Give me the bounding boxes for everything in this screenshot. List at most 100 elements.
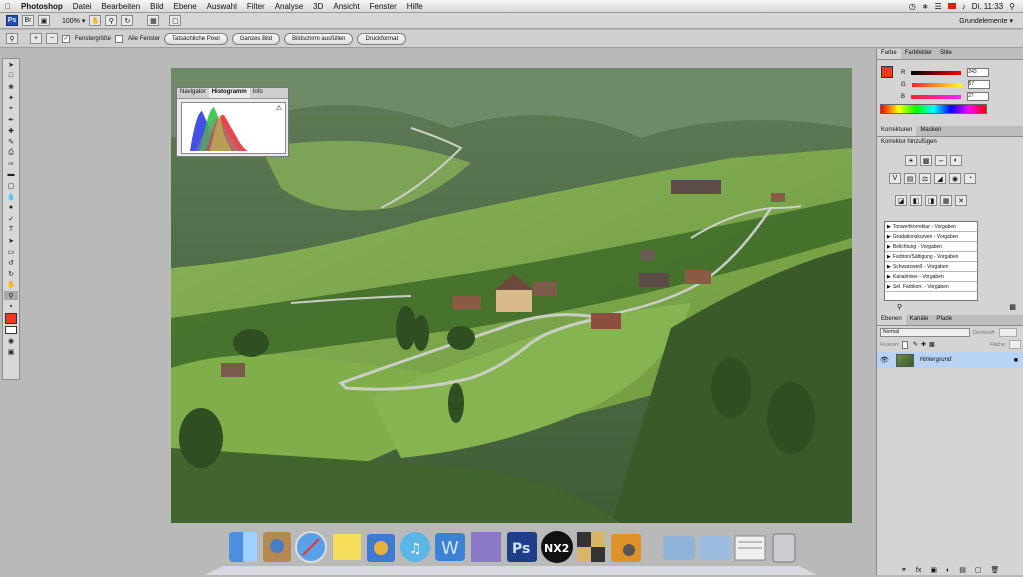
3d-camera-tool-icon[interactable]: ↻ [4,269,18,278]
apple-icon[interactable]:  [0,2,16,11]
zoom-out-icon[interactable]: − [46,33,58,44]
lasso-tool-icon[interactable]: ❀ [4,82,18,91]
default-colors-icon[interactable]: ▪ [4,302,18,311]
selective-color-icon[interactable]: ✕ [955,195,967,206]
menu-ansicht[interactable]: Ansicht [328,2,364,11]
opacity-field[interactable] [998,328,1017,337]
spotlight-icon[interactable]: ⚲ [1009,2,1015,11]
history-brush-tool-icon[interactable]: ✑ [4,159,18,168]
menu-bearbeiten[interactable]: Bearbeiten [96,2,145,11]
r-value[interactable]: 243 [967,68,990,77]
marquee-tool-icon[interactable]: □ [4,71,18,80]
dock-nx2[interactable] [541,531,573,563]
warning-icon[interactable]: ⚠ [276,104,282,112]
exposure-icon[interactable]: ◐ [950,155,962,166]
menu-analyse[interactable]: Analyse [270,2,308,11]
lock-all-icon[interactable]: ▩ [929,341,935,348]
menu-photoshop[interactable]: Photoshop [16,2,68,11]
curves-icon[interactable]: ∽ [935,155,947,166]
posterize-icon[interactable]: ◧ [910,195,922,206]
dock-chess[interactable] [577,532,605,562]
dock-iphoto[interactable] [367,534,395,562]
screen-mode-menu-icon[interactable]: ▢ [169,15,182,26]
stamp-tool-icon[interactable]: ⎙ [4,148,18,157]
fill-screen-button[interactable]: Bildschirm ausfüllen [284,32,354,45]
fill-field[interactable] [1009,340,1021,349]
hand-icon[interactable]: ✋ [89,15,102,26]
zoom-tool-preset-icon[interactable]: ⚲ [6,33,18,44]
time-machine-icon[interactable]: ◷ [909,2,916,11]
group-icon[interactable]: ▤ [959,566,966,574]
tab-masken[interactable]: Masken [916,126,945,136]
clip-icon[interactable]: ⚲ [897,303,902,311]
r-slider[interactable] [911,70,962,75]
screen-mode-icon[interactable]: ▣ [38,15,50,26]
tab-farbfelder[interactable]: Farbfelder [901,49,936,59]
hand-tool-icon[interactable]: ✋ [4,280,18,289]
dock-downloads[interactable] [735,536,765,560]
camera-icon[interactable]: ▩ [1009,303,1016,311]
screen-mode-tool-icon[interactable]: ▣ [4,347,18,356]
delete-layer-icon[interactable]: 🗑 [990,566,999,574]
new-layer-icon[interactable]: ▢ [975,566,982,574]
eyedropper-tool-icon[interactable]: ✒ [4,115,18,124]
eraser-tool-icon[interactable]: ▬ [4,170,18,179]
dock-applications[interactable] [663,536,695,560]
visibility-eye-icon[interactable]: 👁 [880,356,889,364]
dock-preview[interactable] [263,532,291,562]
black-white-icon[interactable]: ◢ [934,173,946,184]
tab-kanaele[interactable]: Kanäle [906,315,933,325]
photo-filter-icon[interactable]: ◉ [949,173,961,184]
zoom-in-icon[interactable]: + [30,33,42,44]
lock-position-icon[interactable]: ✚ [921,341,926,348]
preset-curves[interactable]: ▶ Gradationskurven - Vorgaben [885,232,977,242]
g-value[interactable]: 57 [967,80,990,89]
adjustment-layer-icon[interactable]: ◐ [946,567,950,574]
levels-icon[interactable]: ▩ [920,155,932,166]
preset-channel-mixer[interactable]: ▶ Kanalmixer - Vorgaben [885,272,977,282]
quick-select-tool-icon[interactable]: ✦ [4,93,18,102]
dock-itunes[interactable] [400,532,430,562]
clock[interactable]: Di. 11:33 [972,2,1003,11]
gradient-tool-icon[interactable]: ▢ [4,181,18,190]
preset-bw[interactable]: ▶ Schwarzweiß - Vorgaben [885,262,977,272]
pen-tool-icon[interactable]: ✓ [4,214,18,223]
layer-name[interactable]: Hintergrund [920,357,951,363]
b-value[interactable]: 27 [967,92,990,101]
preset-hue-sat[interactable]: ▶ Farbton/Sättigung - Vorgaben [885,252,977,262]
dodge-tool-icon[interactable]: ● [4,203,18,212]
threshold-icon[interactable]: ◨ [925,195,937,206]
print-size-button[interactable]: Druckformat [357,32,407,45]
zoom-icon[interactable]: ⚲ [105,15,118,26]
b-slider[interactable] [911,94,962,99]
preset-exposure[interactable]: ▶ Belichtung - Vorgaben [885,242,977,252]
shape-tool-icon[interactable]: ▭ [4,247,18,256]
preset-levels[interactable]: ▶ Tonwertkorrektur - Vorgaben [885,222,977,232]
workspace-switcher[interactable]: Grundelemente ▾ [959,17,1013,25]
menu-ebene[interactable]: Ebene [169,2,202,11]
dock-documents[interactable] [699,536,731,560]
rotate-icon[interactable]: ↻ [121,15,134,26]
quick-mask-icon[interactable]: ◉ [4,336,18,345]
lock-pixels-icon[interactable]: ✎ [913,341,918,348]
dock-finder[interactable] [229,532,257,562]
dock-iweb[interactable] [435,533,465,561]
foreground-color-chip[interactable] [881,66,893,78]
color-balance-icon[interactable]: ⚖ [919,173,931,184]
invert-icon[interactable]: ◪ [895,195,907,206]
actual-pixels-button[interactable]: Tatsächliche Pixel [164,32,228,45]
gradient-map-icon[interactable]: ▦ [940,195,952,206]
menu-filter[interactable]: Filter [242,2,270,11]
color-spectrum-bar[interactable] [880,104,987,114]
path-select-tool-icon[interactable]: ➤ [4,236,18,245]
menu-fenster[interactable]: Fenster [365,2,402,11]
tab-pfade[interactable]: Pfade [932,315,956,325]
g-slider[interactable] [911,82,962,87]
brightness-icon[interactable]: ☀ [905,155,917,166]
bridge-icon[interactable]: Br [22,15,34,26]
flag-icon[interactable] [947,3,956,9]
tab-korrekturen[interactable]: Korrekturen [877,126,917,136]
menu-bild[interactable]: Bild [145,2,168,11]
vibrance-icon[interactable]: V [889,173,901,184]
fit-screen-button[interactable]: Ganzes Bild [231,32,281,45]
